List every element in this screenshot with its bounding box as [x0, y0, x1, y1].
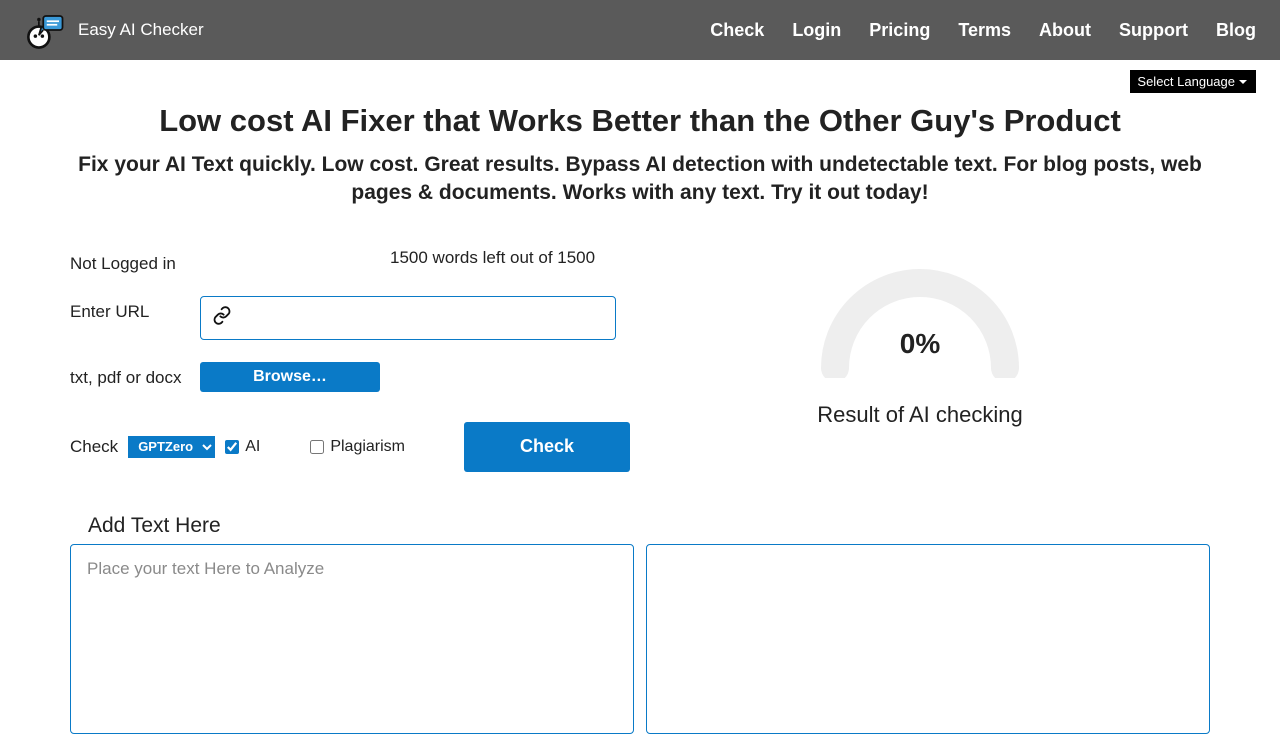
browse-button[interactable]: Browse… — [200, 362, 380, 392]
ai-checkbox[interactable] — [225, 440, 239, 454]
header-left: Easy AI Checker — [24, 9, 204, 51]
plagiarism-checkbox[interactable] — [310, 440, 324, 454]
words-remaining: 1500 words left out of 1500 — [390, 248, 595, 268]
nav-support[interactable]: Support — [1119, 20, 1188, 41]
nav-terms[interactable]: Terms — [958, 20, 1011, 41]
link-icon — [212, 305, 232, 330]
add-text-label: Add Text Here — [88, 514, 1280, 538]
check-mode-label: Check — [70, 437, 118, 457]
main-nav: Check Login Pricing Terms About Support … — [710, 20, 1256, 41]
brand-name: Easy AI Checker — [78, 20, 204, 40]
nav-pricing[interactable]: Pricing — [869, 20, 930, 41]
output-textarea[interactable] — [646, 544, 1210, 734]
result-gauge: 0% — [815, 258, 1025, 378]
gauge-arc-icon — [815, 258, 1025, 378]
ai-checkbox-label: AI — [245, 438, 260, 456]
header: Easy AI Checker Check Login Pricing Term… — [0, 0, 1280, 60]
chevron-down-icon — [1237, 76, 1249, 88]
file-types-label: txt, pdf or docx — [70, 362, 200, 388]
page-subheading: Fix your AI Text quickly. Low cost. Grea… — [50, 151, 1230, 208]
url-input[interactable] — [200, 296, 616, 340]
nav-about[interactable]: About — [1039, 20, 1091, 41]
login-status: Not Logged in — [70, 248, 200, 274]
nav-login[interactable]: Login — [792, 20, 841, 41]
nav-blog[interactable]: Blog — [1216, 20, 1256, 41]
detector-select[interactable]: GPTZero — [128, 436, 215, 458]
plagiarism-checkbox-label: Plagiarism — [330, 438, 405, 456]
check-button[interactable]: Check — [464, 422, 630, 472]
logo-icon — [24, 9, 66, 51]
url-label: Enter URL — [70, 296, 200, 322]
language-bar: Select Language — [0, 60, 1280, 93]
page-heading: Low cost AI Fixer that Works Better than… — [60, 103, 1220, 139]
language-selector[interactable]: Select Language — [1130, 70, 1256, 93]
plagiarism-checkbox-wrap[interactable]: Plagiarism — [310, 438, 405, 456]
gauge-caption: Result of AI checking — [817, 402, 1022, 428]
gauge-value: 0% — [815, 328, 1025, 360]
language-selector-label: Select Language — [1137, 74, 1235, 89]
nav-check[interactable]: Check — [710, 20, 764, 41]
input-textarea[interactable] — [70, 544, 634, 734]
ai-checkbox-wrap[interactable]: AI — [225, 438, 260, 456]
